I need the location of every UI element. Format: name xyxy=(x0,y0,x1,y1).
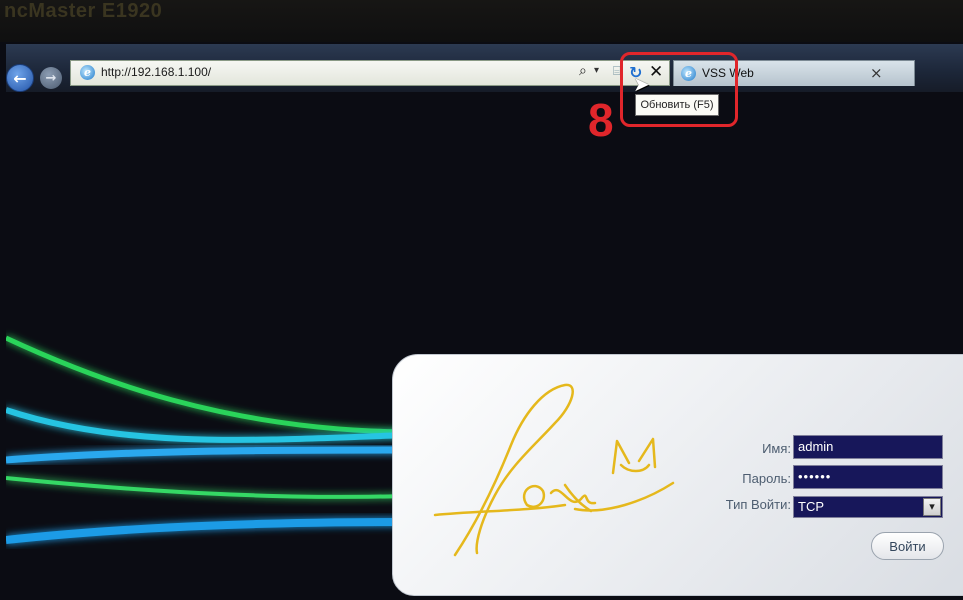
annotation-highlight-box xyxy=(620,52,738,127)
username-label: Имя: xyxy=(762,441,791,456)
username-input[interactable]: admin xyxy=(793,435,943,459)
login-type-value: TCP xyxy=(798,499,824,514)
chevron-down-icon[interactable]: ▾ xyxy=(923,498,941,516)
wave-cyan-1 xyxy=(6,407,406,443)
login-button[interactable]: Войти xyxy=(871,532,944,560)
monitor-bezel: ncMaster E1920 xyxy=(0,0,963,42)
forward-button[interactable]: → xyxy=(40,67,62,89)
address-url[interactable]: http://192.168.1.100/ xyxy=(101,65,211,79)
forward-arrow-icon: → xyxy=(45,70,57,86)
fox-logo xyxy=(433,383,675,557)
back-arrow-icon: ← xyxy=(13,68,27,88)
wave-green-1 xyxy=(6,335,406,435)
back-button[interactable]: ← xyxy=(6,64,34,92)
tab-close-icon[interactable]: × xyxy=(870,64,883,82)
wave-blue-2 xyxy=(6,518,406,544)
background-light-waves xyxy=(6,335,406,544)
password-input[interactable]: •••••• xyxy=(793,465,943,489)
wave-blue-1 xyxy=(6,446,406,464)
login-type-select[interactable]: TCP ▾ xyxy=(793,496,943,518)
monitor-brand: ncMaster E1920 xyxy=(4,0,163,22)
login-panel: Имя: admin Пароль: •••••• Тип Войти: TCP… xyxy=(392,354,963,596)
login-type-label: Тип Войти: xyxy=(725,497,791,512)
wave-green-2 xyxy=(6,476,406,499)
password-label: Пароль: xyxy=(742,471,791,486)
address-bar[interactable]: e http://192.168.1.100/ ⌕ ▾ ⌸ ↻ ✕ xyxy=(70,60,670,86)
search-icon[interactable]: ⌕ xyxy=(579,63,587,79)
ie-icon: e xyxy=(80,65,95,80)
annotation-step-number: 8 xyxy=(588,94,614,146)
search-dropdown-icon[interactable]: ▾ xyxy=(594,65,599,76)
